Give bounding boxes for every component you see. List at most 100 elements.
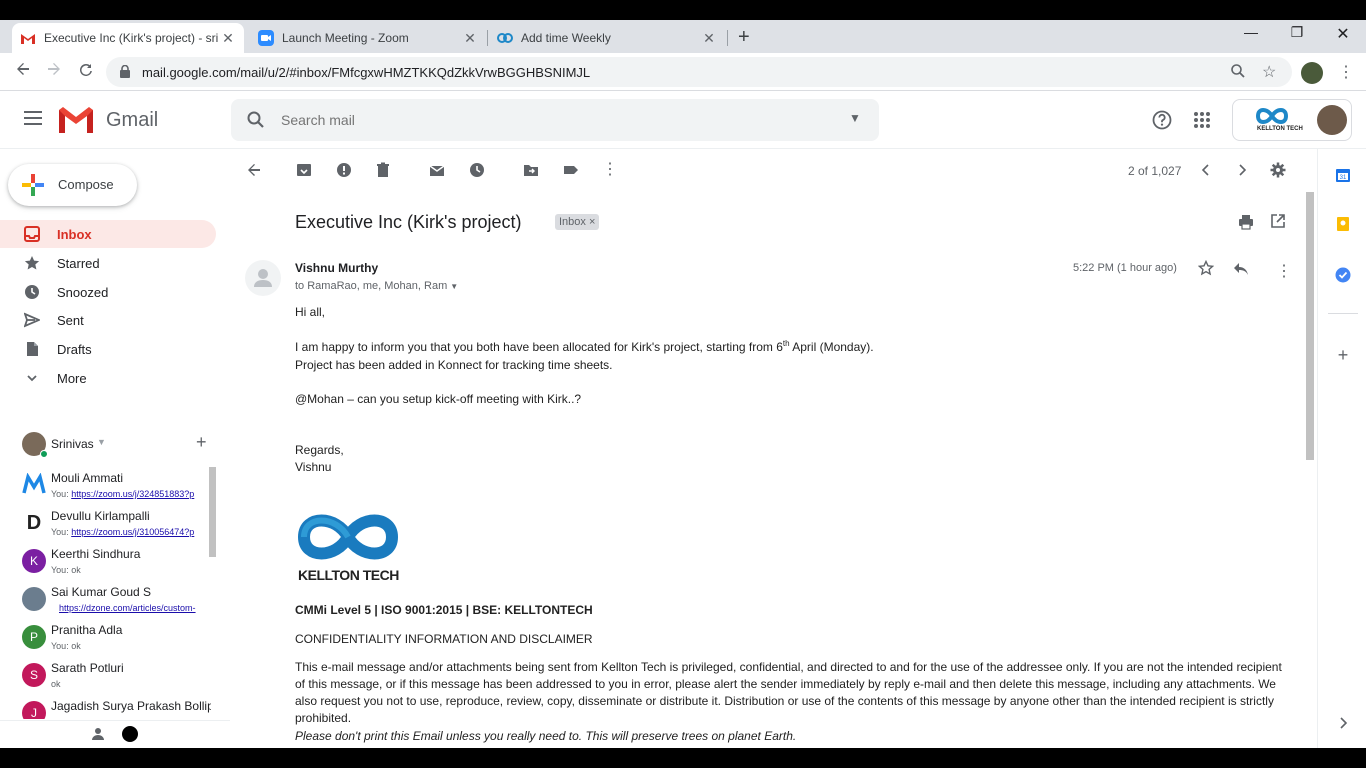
message-toolbar: ⋮ 2 of 1,027 — [230, 155, 1300, 185]
gmail-logo-icon[interactable] — [59, 107, 93, 138]
star-icon[interactable] — [1197, 259, 1215, 281]
close-tab-icon[interactable]: ✕ — [220, 30, 236, 47]
avatar: J — [22, 701, 46, 719]
search-input[interactable] — [281, 109, 841, 131]
get-addons-plus-icon[interactable]: + — [1335, 346, 1351, 364]
message-more-icon[interactable]: ⋮ — [1276, 261, 1292, 281]
body-line-3: @Mohan – can you setup kick-off meeting … — [295, 392, 582, 406]
chat-item[interactable]: Mouli Ammati You: https://zoom.us/j/3248… — [0, 467, 216, 505]
inbox-label-chip[interactable]: Inbox × — [555, 214, 600, 230]
nav-snoozed[interactable]: Snoozed — [0, 278, 216, 306]
browser-menu-icon[interactable]: ⋮ — [1338, 62, 1354, 82]
chat-link[interactable]: https://dzone.com/articles/custom- — [59, 603, 196, 613]
chat-item[interactable]: S Sarath Potluri ok — [0, 657, 216, 695]
avatar — [22, 472, 46, 497]
chat-item[interactable]: J Jagadish Surya Prakash Bollip — [0, 695, 216, 719]
mark-unread-icon[interactable] — [429, 162, 445, 178]
account-switcher[interactable]: KELLTON TECH — [1232, 99, 1352, 141]
nav-sent[interactable]: Sent — [0, 306, 216, 334]
chat-name: Sarath Potluri — [51, 661, 124, 675]
chat-item[interactable]: D Devullu Kirlampalli You: https://zoom.… — [0, 505, 216, 543]
snooze-icon[interactable] — [469, 162, 485, 178]
calendar-icon[interactable]: 31 — [1335, 167, 1351, 183]
hangouts-icon[interactable] — [122, 726, 138, 742]
search-icon[interactable] — [247, 111, 265, 134]
chat-scrollbar[interactable] — [209, 467, 216, 557]
newer-chevron-icon[interactable] — [1198, 162, 1214, 178]
minimize-button[interactable]: — — [1236, 24, 1266, 40]
tasks-icon[interactable] — [1335, 267, 1351, 283]
avatar: D — [22, 511, 46, 535]
search-options-chevron-icon[interactable]: ▼ — [849, 111, 861, 125]
chat-name: Jagadish Surya Prakash Bollip — [51, 699, 211, 713]
tab-title: Launch Meeting - Zoom — [282, 31, 409, 45]
avatar: K — [22, 549, 46, 573]
nav-drafts[interactable]: Drafts — [0, 335, 216, 363]
google-apps-icon[interactable] — [1194, 112, 1210, 133]
back-to-inbox-icon[interactable] — [246, 162, 262, 178]
tab-gmail[interactable]: Executive Inc (Kirk's project) - sri ✕ — [12, 23, 244, 53]
svg-text:31: 31 — [1340, 175, 1347, 181]
chat-item[interactable]: Sai Kumar Goud S https://dzone.com/artic… — [0, 581, 216, 619]
back-arrow-icon[interactable] — [12, 61, 34, 83]
forward-arrow-icon[interactable] — [43, 61, 65, 83]
browser-profile-avatar[interactable] — [1301, 62, 1323, 84]
close-tab-icon[interactable]: ✕ — [701, 30, 717, 47]
avatar: P — [22, 625, 46, 649]
print-icon[interactable] — [1238, 214, 1254, 235]
bookmark-star-icon[interactable]: ☆ — [1262, 62, 1276, 82]
expand-panel-chevron-icon[interactable] — [1335, 715, 1351, 731]
main-menu-icon[interactable] — [24, 111, 42, 129]
move-to-icon[interactable] — [523, 162, 539, 178]
nav-more[interactable]: More — [0, 364, 216, 392]
nav-label: Snoozed — [57, 285, 109, 300]
more-options-icon[interactable]: ⋮ — [602, 162, 618, 178]
reply-icon[interactable] — [1233, 262, 1249, 281]
caret-down-icon[interactable]: ▼ — [97, 437, 106, 447]
online-status-icon — [40, 450, 48, 458]
older-chevron-icon[interactable] — [1234, 162, 1250, 178]
tab-add-time[interactable]: Add time Weekly ✕ — [489, 23, 725, 53]
recipient-details-chevron-icon[interactable]: ▼ — [450, 282, 458, 291]
close-tab-icon[interactable]: ✕ — [462, 30, 478, 47]
sender-name[interactable]: Vishnu Murthy — [295, 261, 378, 275]
nav-label: More — [57, 371, 87, 386]
person-icon[interactable] — [91, 727, 105, 746]
sender-avatar[interactable] — [245, 260, 281, 296]
pagination-counter: 2 of 1,027 — [1128, 164, 1182, 178]
open-in-new-window-icon[interactable] — [1271, 214, 1285, 233]
body-line-1: I am happy to inform you that you both h… — [295, 339, 874, 354]
gmail-header: Gmail ▼ KELLTON TECH — [0, 91, 1366, 149]
inbox-icon — [24, 226, 40, 242]
remove-label-icon[interactable]: × — [589, 216, 595, 228]
new-tab-button[interactable]: + — [738, 26, 750, 49]
add-chat-icon[interactable]: + — [196, 432, 207, 453]
gmail-app: Gmail ▼ KELLTON TECH — [0, 91, 1366, 748]
chat-item[interactable]: P Pranitha Adla You: ok — [0, 619, 216, 657]
hangouts-user[interactable]: Srinivas ▼ + — [22, 432, 222, 458]
keep-icon[interactable] — [1335, 216, 1351, 232]
chat-link[interactable]: https://zoom.us/j/324851883?p — [71, 489, 194, 499]
chat-item[interactable]: K Keerthi Sindhura You: ok — [0, 543, 216, 581]
nav-starred[interactable]: Starred — [0, 249, 216, 277]
restore-button[interactable]: ❐ — [1282, 24, 1312, 41]
account-avatar[interactable] — [1317, 105, 1347, 135]
chat-link[interactable]: https://zoom.us/j/310056474?p — [71, 527, 194, 537]
reload-icon[interactable] — [75, 61, 97, 83]
zoom-magnifier-icon[interactable] — [1230, 63, 1246, 84]
archive-icon[interactable] — [296, 162, 312, 178]
close-window-button[interactable]: ✕ — [1328, 24, 1358, 44]
zoom-icon — [258, 30, 274, 46]
address-bar[interactable]: mail.google.com/mail/u/2/#inbox/FMfcgxwH… — [106, 57, 1292, 87]
label-icon[interactable] — [563, 162, 579, 178]
help-icon[interactable] — [1152, 110, 1172, 135]
email-scrollbar[interactable] — [1306, 192, 1314, 460]
tab-zoom[interactable]: Launch Meeting - Zoom ✕ — [250, 23, 486, 53]
settings-gear-icon[interactable] — [1270, 162, 1286, 178]
nav-inbox[interactable]: Inbox — [0, 220, 216, 248]
report-spam-icon[interactable] — [336, 162, 352, 178]
compose-button[interactable]: Compose — [8, 164, 137, 206]
delete-icon[interactable] — [375, 162, 391, 178]
recipients[interactable]: to RamaRao, me, Mohan, Ram ▼ — [295, 280, 458, 292]
search-bar[interactable]: ▼ — [231, 99, 879, 141]
